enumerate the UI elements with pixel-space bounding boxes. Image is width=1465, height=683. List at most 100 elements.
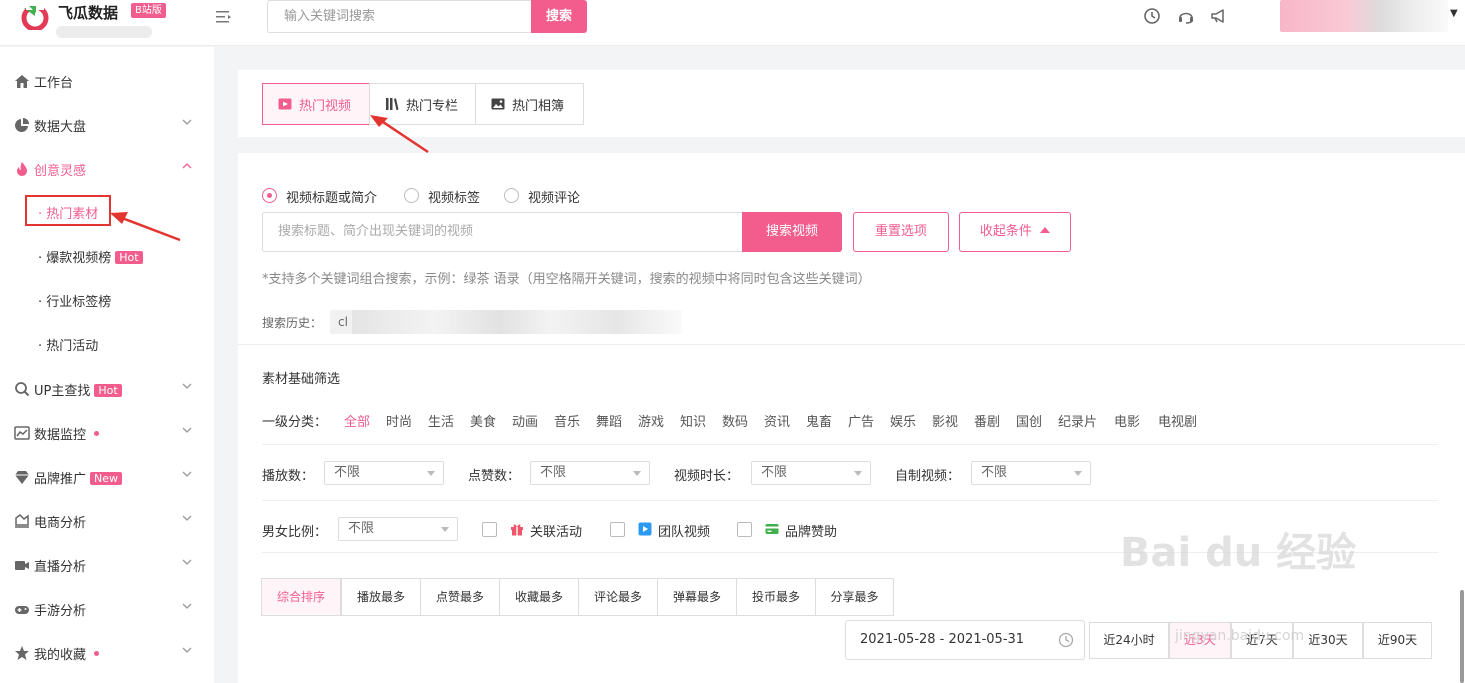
logo-text[interactable]: 飞瓜数据 xyxy=(58,2,118,23)
category-option[interactable]: 生活 xyxy=(428,411,454,430)
category-option[interactable]: 电视剧 xyxy=(1158,411,1197,430)
category-option[interactable]: 番剧 xyxy=(974,411,1000,430)
headset-icon[interactable] xyxy=(1177,7,1195,25)
chevron-down-icon xyxy=(182,427,192,433)
megaphone-icon[interactable] xyxy=(1210,7,1228,25)
duration-select[interactable]: 不限 xyxy=(751,461,871,485)
date-range-picker[interactable]: 2021-05-28 - 2021-05-31 xyxy=(845,620,1085,660)
chevron-down-icon[interactable]: ▼ xyxy=(1450,8,1458,19)
like-count-select[interactable]: 不限 xyxy=(530,461,650,485)
team-video-icon xyxy=(638,522,652,536)
logo-icon[interactable] xyxy=(20,4,50,30)
category-option[interactable]: 鬼畜 xyxy=(806,411,832,430)
history-icon[interactable] xyxy=(1143,7,1161,25)
sidebar-item-workbench[interactable]: 工作台 xyxy=(0,66,214,96)
row-divider xyxy=(262,444,1438,445)
card-icon xyxy=(765,524,779,534)
account-blur xyxy=(56,26,152,38)
clock-icon xyxy=(1058,632,1074,648)
tab-hot-albums[interactable]: 热门相簿 xyxy=(475,83,584,125)
category-option[interactable]: 纪录片 xyxy=(1058,411,1097,430)
category-option[interactable]: 全部 xyxy=(344,411,370,430)
caret-down-icon xyxy=(633,471,641,476)
category-option[interactable]: 美食 xyxy=(470,411,496,430)
category-option[interactable]: 舞蹈 xyxy=(596,411,622,430)
category-option[interactable]: 影视 xyxy=(932,411,958,430)
row-divider xyxy=(262,500,1438,501)
sort-option[interactable]: 弹幕最多 xyxy=(657,578,737,616)
top-header: 飞瓜数据 B站版 输入关键词搜索 搜索 ▼ xyxy=(0,0,1465,46)
category-option[interactable]: 国创 xyxy=(1016,411,1042,430)
sort-option[interactable]: 投币最多 xyxy=(736,578,816,616)
self-made-select[interactable]: 不限 xyxy=(971,461,1091,485)
checkbox-box xyxy=(610,522,625,537)
chevron-up-icon xyxy=(182,163,192,169)
tab-hot-videos[interactable]: 热门视频 xyxy=(262,83,370,125)
baidu-watermark: Bai du 经验 xyxy=(1120,530,1357,576)
checkbox-box xyxy=(737,522,752,537)
sort-option[interactable]: 综合排序 xyxy=(261,578,341,616)
hot-badge: Hot xyxy=(94,384,122,397)
play-count-select[interactable]: 不限 xyxy=(324,461,444,485)
pie-chart-icon xyxy=(15,118,29,132)
category-option[interactable]: 数码 xyxy=(722,411,748,430)
global-search-button[interactable]: 搜索 xyxy=(531,0,587,33)
sidebar-subitem-hot-material[interactable]: · 热门素材 xyxy=(38,203,98,222)
user-avatar[interactable] xyxy=(1280,0,1448,32)
sidebar-item-ecommerce[interactable]: 电商分析 xyxy=(0,506,214,536)
sidebar-item-live[interactable]: 直播分析 xyxy=(0,550,214,580)
sidebar-item-brand-promo[interactable]: 品牌推广 New xyxy=(0,462,214,492)
search-video-button[interactable]: 搜索视频 xyxy=(742,212,842,252)
category-option[interactable]: 知识 xyxy=(680,411,706,430)
sidebar-item-up-finder[interactable]: UP主查找 Hot xyxy=(0,374,214,404)
sort-option[interactable]: 收藏最多 xyxy=(499,578,579,616)
category-option[interactable]: 游戏 xyxy=(638,411,664,430)
video-search-input[interactable]: 搜索标题、简介出现关键词的视频 xyxy=(262,212,742,252)
history-chip[interactable]: cl xyxy=(330,310,352,334)
sort-option[interactable]: 播放最多 xyxy=(341,578,421,616)
radio-circle xyxy=(404,188,419,203)
category-option[interactable]: 娱乐 xyxy=(890,411,916,430)
sidebar-item-label: 品牌推广 New xyxy=(34,468,123,487)
sidebar-item-dashboard[interactable]: 数据大盘 xyxy=(0,110,214,140)
sidebar-subitem-label: · 爆款视频榜 xyxy=(38,251,112,266)
sort-option[interactable]: 分享最多 xyxy=(815,578,894,616)
gender-ratio-select[interactable]: 不限 xyxy=(338,517,458,541)
category-option[interactable]: 音乐 xyxy=(554,411,580,430)
home-icon xyxy=(15,75,29,88)
sidebar-subitem-industry-tags[interactable]: · 行业标签榜 xyxy=(38,291,111,310)
menu-toggle-icon[interactable] xyxy=(216,10,232,24)
reset-options-button[interactable]: 重置选项 xyxy=(853,212,949,252)
quick-range-option[interactable]: 近90天 xyxy=(1363,622,1432,659)
sidebar-subitem-viral-videos[interactable]: · 爆款视频榜 Hot xyxy=(38,247,143,266)
quick-range-option[interactable]: 近24小时 xyxy=(1089,622,1169,659)
chevron-down-icon xyxy=(182,515,192,521)
sidebar-subitem-hot-events[interactable]: · 热门活动 xyxy=(38,335,98,354)
category-option[interactable]: 资讯 xyxy=(764,411,790,430)
panel-divider xyxy=(238,344,1465,345)
collapse-conditions-button[interactable]: 收起条件 xyxy=(959,212,1071,252)
section-title: 素材基础筛选 xyxy=(262,372,341,387)
search-history-label: 搜索历史： xyxy=(262,316,323,330)
sidebar-item-label: 手游分析 xyxy=(34,604,87,619)
sort-option[interactable]: 评论最多 xyxy=(578,578,658,616)
baidu-watermark-url: jingyan.baidu.com xyxy=(1175,628,1305,644)
books-icon xyxy=(386,98,399,111)
sidebar-item-mobile-games[interactable]: 手游分析 xyxy=(0,594,214,624)
chevron-down-icon xyxy=(182,603,192,609)
scrollbar[interactable] xyxy=(1460,590,1464,683)
logo-badge: B站版 xyxy=(131,3,166,18)
category-option[interactable]: 电影 xyxy=(1114,411,1140,430)
category-option[interactable]: 时尚 xyxy=(386,411,412,430)
category-label: 一级分类： xyxy=(262,415,328,430)
sidebar-item-creative[interactable]: 创意灵感 xyxy=(0,154,214,184)
sidebar-item-favorites[interactable]: 我的收藏 xyxy=(0,638,214,668)
like-count-label: 点赞数： xyxy=(468,469,521,484)
sort-option[interactable]: 点赞最多 xyxy=(420,578,500,616)
sidebar-item-label: UP主查找 Hot xyxy=(34,380,122,399)
category-option[interactable]: 广告 xyxy=(848,411,874,430)
sidebar-item-monitor[interactable]: 数据监控 xyxy=(0,418,214,448)
global-search-input[interactable]: 输入关键词搜索 xyxy=(267,0,531,33)
chevron-down-icon xyxy=(182,119,192,125)
category-option[interactable]: 动画 xyxy=(512,411,538,430)
